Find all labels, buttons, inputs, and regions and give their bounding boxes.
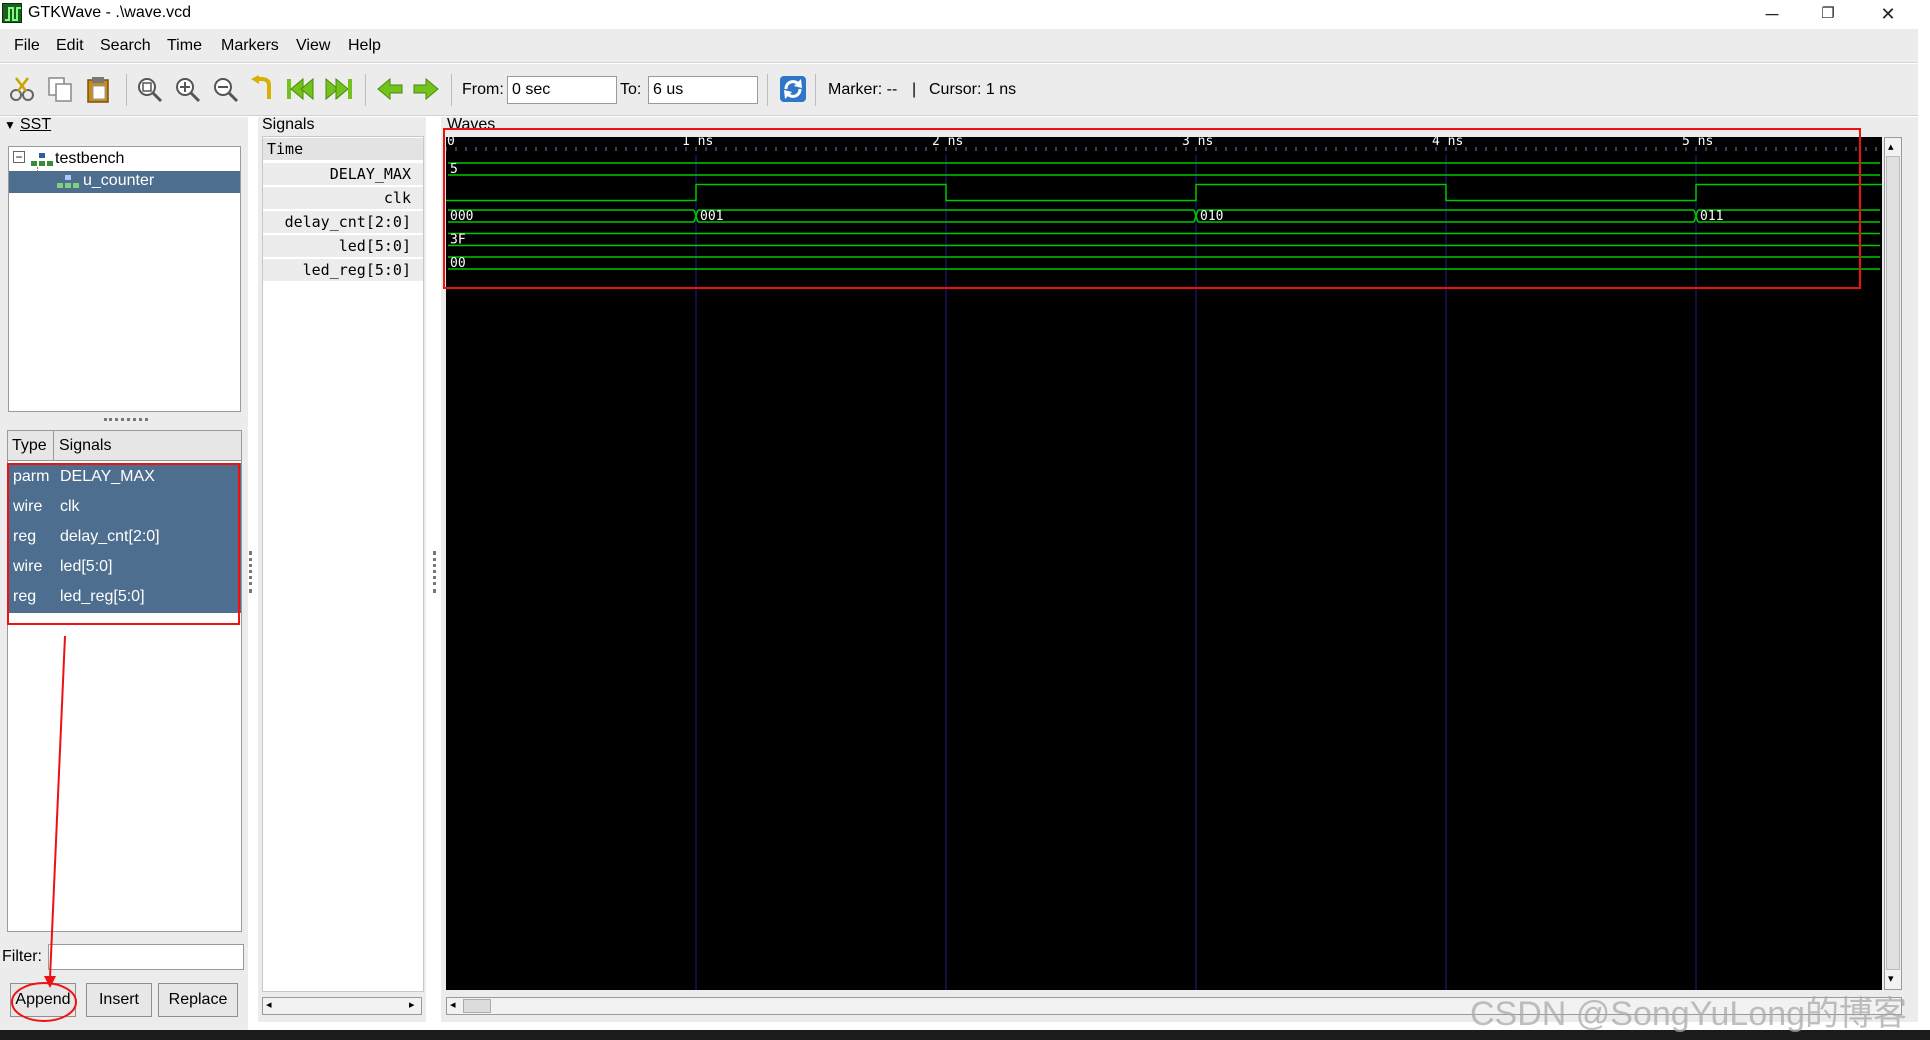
annotation-arrow xyxy=(11,635,77,1022)
menu-search[interactable]: Search xyxy=(100,37,151,55)
menu-view[interactable]: View xyxy=(296,37,330,55)
cut-icon[interactable] xyxy=(8,75,36,103)
prev-edge-icon[interactable] xyxy=(376,75,404,103)
table-header: Type Signals xyxy=(8,431,241,461)
toolbar-separator xyxy=(451,74,452,106)
scroll-left-icon[interactable]: ◂ xyxy=(450,998,456,1011)
paste-icon[interactable] xyxy=(84,75,112,103)
signal-name-list: Time DELAY_MAX clk delay_cnt[2:0] led[5:… xyxy=(262,136,424,992)
signal-name-row[interactable]: DELAY_MAX xyxy=(263,163,423,185)
time-row: Time xyxy=(263,138,423,160)
title-bar: GTKWave - .\wave.vcd ─ ❐ ✕ xyxy=(0,0,1930,28)
toolbar-separator xyxy=(815,74,816,106)
module-icon xyxy=(57,175,79,194)
tree-expander-icon[interactable]: − xyxy=(13,151,25,163)
vertical-splitter-handle[interactable] xyxy=(249,551,252,593)
pane-splitter-handle[interactable] xyxy=(104,418,148,422)
menu-edit[interactable]: Edit xyxy=(56,37,84,55)
menu-time[interactable]: Time xyxy=(167,37,202,55)
sst-collapse-icon[interactable]: ▼ xyxy=(4,118,16,132)
reload-icon[interactable] xyxy=(779,75,807,103)
minimize-icon[interactable]: ─ xyxy=(1744,0,1800,28)
zoom-fit-icon[interactable] xyxy=(135,75,163,103)
column-header-signals[interactable]: Signals xyxy=(59,437,111,455)
scroll-right-icon[interactable]: ▸ xyxy=(409,998,415,1011)
replace-button[interactable]: Replace xyxy=(158,983,238,1017)
signal-name-row[interactable]: delay_cnt[2:0] xyxy=(263,211,423,233)
menu-markers[interactable]: Markers xyxy=(221,37,279,55)
watermark-text: CSDN @SongYuLong的博客 xyxy=(1470,995,1908,1033)
gtkwave-app-icon xyxy=(2,3,22,23)
scroll-thumb[interactable] xyxy=(463,999,491,1013)
zoom-out-icon[interactable] xyxy=(211,75,239,103)
zoom-in-icon[interactable] xyxy=(173,75,201,103)
signal-name-row[interactable]: led_reg[5:0] xyxy=(263,259,423,281)
waves-vscrollbar[interactable]: ▴ ▾ xyxy=(1884,137,1902,990)
tree-item-u-counter-label: u_counter xyxy=(83,172,155,189)
tree-item-u-counter[interactable]: u_counter xyxy=(9,171,240,193)
column-divider xyxy=(53,431,54,461)
menu-help[interactable]: Help xyxy=(348,37,381,55)
zoom-end-icon[interactable] xyxy=(322,75,354,103)
next-edge-icon[interactable] xyxy=(412,75,440,103)
signals-hscrollbar[interactable]: ◂ ▸ xyxy=(262,997,422,1015)
from-time-input[interactable] xyxy=(507,76,617,104)
signal-name-row[interactable]: led[5:0] xyxy=(263,235,423,257)
toolbar-separator xyxy=(767,74,768,106)
signals-panel-label: Signals xyxy=(262,116,315,133)
close-icon[interactable]: ✕ xyxy=(1860,0,1916,28)
column-header-type[interactable]: Type xyxy=(12,437,47,455)
zoom-start-icon[interactable] xyxy=(285,75,317,103)
scroll-down-icon[interactable]: ▾ xyxy=(1888,972,1894,985)
from-label: From: xyxy=(462,81,504,98)
tree-item-testbench[interactable]: testbench xyxy=(55,150,124,168)
sst-tree[interactable]: − testbench u_counter xyxy=(8,146,241,412)
annotation-highlight-box xyxy=(443,128,1861,289)
scroll-left-icon[interactable]: ◂ xyxy=(266,998,272,1011)
scroll-up-icon[interactable]: ▴ xyxy=(1888,140,1894,153)
signal-name-row[interactable]: clk xyxy=(263,187,423,209)
module-icon xyxy=(31,153,53,172)
menu-file[interactable]: File xyxy=(14,37,40,55)
undo-zoom-icon[interactable] xyxy=(249,75,277,103)
cursor-readout: Cursor: 1 ns xyxy=(929,81,1017,98)
annotation-highlight-box xyxy=(7,463,240,625)
toolbar: From: To: Marker: -- | Cursor: 1 ns xyxy=(0,64,1918,116)
copy-icon[interactable] xyxy=(46,75,74,103)
readout-separator: | xyxy=(912,81,917,98)
vertical-splitter-handle[interactable] xyxy=(433,551,436,593)
sst-label: SST xyxy=(20,116,52,133)
scroll-thumb[interactable] xyxy=(1886,156,1900,970)
to-label: To: xyxy=(620,81,642,98)
restore-icon[interactable]: ❐ xyxy=(1800,0,1856,28)
toolbar-separator xyxy=(365,74,366,106)
window-title: GTKWave - .\wave.vcd xyxy=(28,4,191,21)
marker-readout: Marker: -- xyxy=(828,81,898,98)
to-time-input[interactable] xyxy=(648,76,758,104)
toolbar-separator xyxy=(126,74,127,106)
menu-bar: File Edit Search Time Markers View Help xyxy=(0,29,1918,63)
